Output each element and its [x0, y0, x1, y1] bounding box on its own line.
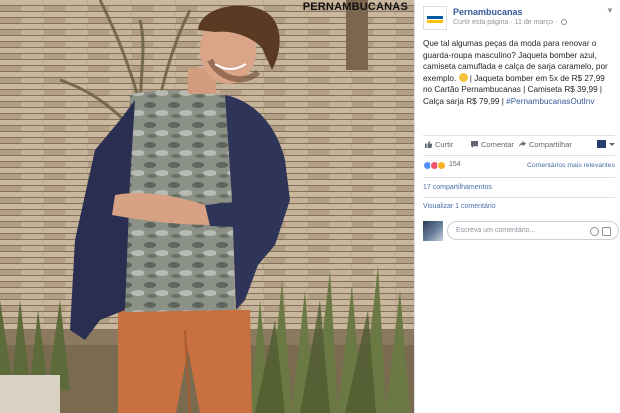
post-as-page-selector-icon[interactable] [597, 139, 615, 149]
wow-reaction-icon[interactable] [437, 161, 446, 170]
divider [423, 197, 615, 198]
brand-watermark: PERNAMBUCANAS [302, 1, 408, 13]
thumbs-up-icon [425, 141, 432, 148]
chevron-down-icon[interactable]: ▼ [605, 6, 615, 16]
post-body: Que tal algumas peças da moda para renov… [423, 38, 615, 107]
reactions-bar: 154 Comentários mais relevantes [423, 161, 615, 173]
emoji-icon[interactable] [590, 227, 599, 236]
globe-icon [561, 19, 568, 26]
divider [423, 177, 615, 178]
hashtag-link[interactable]: #PernambucanasOutInv [506, 97, 594, 106]
comment-composer: Escreva um comentário... [423, 221, 619, 241]
comment-input[interactable]: Escreva um comentário... [447, 221, 619, 240]
post-meta: Curtir esta página · 11 de março · [453, 19, 568, 26]
divider [423, 135, 615, 136]
smile-emoji-icon [458, 72, 468, 82]
comment-label: Comentar [481, 140, 514, 149]
user-avatar[interactable] [423, 221, 443, 241]
share-label: Compartilhar [529, 140, 572, 149]
post-actions: Curtir Comentar Compartilhar [423, 137, 615, 153]
page-avatar[interactable] [423, 6, 447, 30]
post-header: Pernambucanas Curtir esta página · 11 de m… [423, 6, 615, 32]
share-icon [519, 141, 526, 148]
like-label: Curtir [435, 140, 454, 149]
reaction-count[interactable]: 154 [449, 161, 461, 168]
page-name-link[interactable]: Pernambucanas [453, 7, 523, 17]
comment-sort-dropdown[interactable]: Comentários mais relevantes [527, 162, 615, 169]
like-page-link[interactable]: Curtir esta página [453, 19, 508, 26]
sticker-icon[interactable] [602, 227, 611, 236]
post-photo[interactable]: PERNAMBUCANAS [0, 0, 414, 413]
comment-tools [587, 226, 613, 236]
comment-icon [471, 141, 478, 148]
shares-link[interactable]: 17 compartilhamentos [423, 184, 492, 191]
like-button[interactable]: Curtir [425, 140, 453, 149]
post-date[interactable]: 11 de março [515, 19, 553, 26]
post-panel: Pernambucanas Curtir esta página · 11 de m… [414, 0, 620, 413]
comment-button[interactable]: Comentar [471, 140, 514, 149]
logo-stripe-yellow [427, 20, 443, 23]
logo-stripe-blue [427, 16, 443, 19]
comment-placeholder: Escreva um comentário... [456, 227, 536, 234]
photo-illustration [0, 0, 414, 413]
share-button[interactable]: Compartilhar [519, 140, 572, 149]
divider [423, 155, 615, 156]
view-comments-link[interactable]: Visualizar 1 comentário [423, 203, 496, 210]
